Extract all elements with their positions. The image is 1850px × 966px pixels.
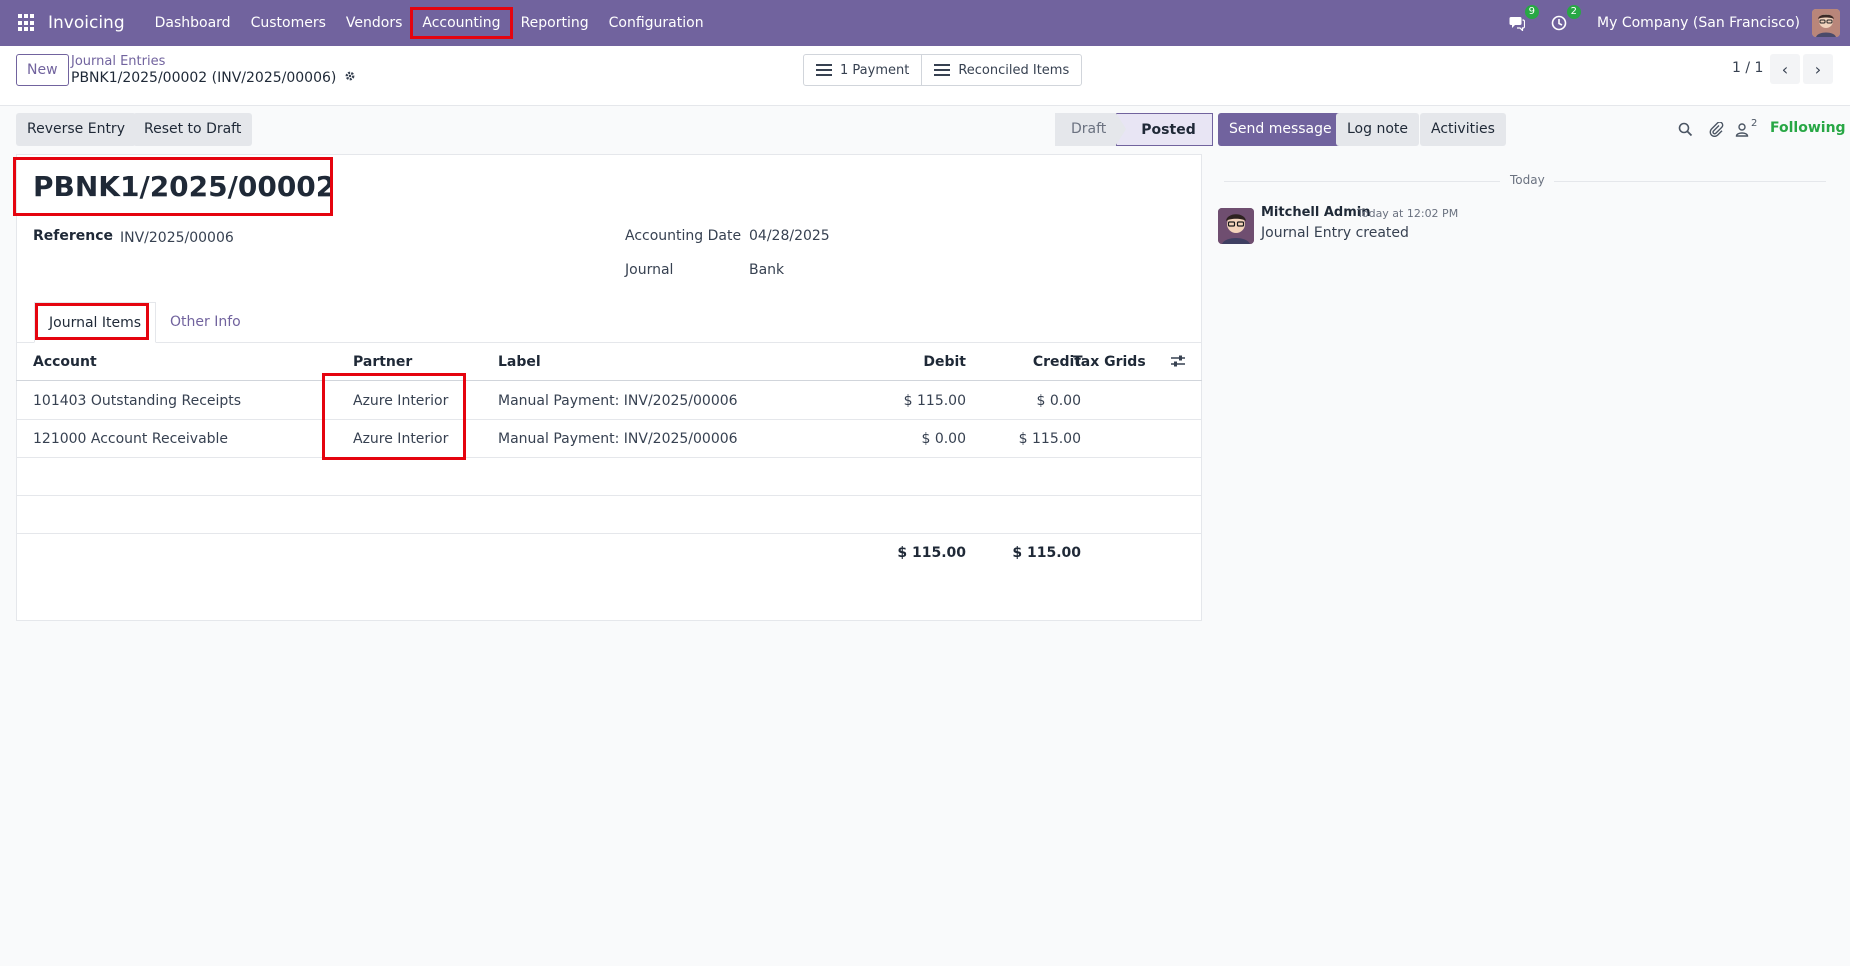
apps-menu-icon[interactable] (18, 14, 36, 32)
reverse-entry-button[interactable]: Reverse Entry (16, 113, 136, 146)
paperclip-icon[interactable] (1707, 120, 1725, 138)
stage-draft[interactable]: Draft (1055, 113, 1117, 146)
row-debit[interactable]: $ 0.00 (866, 420, 966, 458)
list-icon (934, 64, 951, 76)
payment-smart-button-label: 1 Payment (840, 62, 910, 78)
breadcrumb-parent[interactable]: Journal Entries (71, 54, 165, 69)
message-body: Journal Entry created (1261, 225, 1409, 241)
journal-label: Journal (625, 262, 674, 278)
optional-columns-icon[interactable] (1170, 354, 1186, 368)
status-bar: Draft Posted (1055, 113, 1213, 146)
menu-accounting[interactable]: Accounting (410, 7, 513, 39)
table-row[interactable]: 121000 Account Receivable Azure Interior… (16, 420, 1202, 458)
col-credit[interactable]: Credit (981, 343, 1081, 381)
app-name[interactable]: Invoicing (48, 13, 125, 33)
pager-next-icon[interactable]: › (1803, 54, 1833, 84)
highlight-box-journal-items-tab (35, 303, 149, 340)
main-menu: Dashboard Customers Vendors Accounting R… (145, 0, 714, 46)
new-button[interactable]: New (16, 54, 69, 86)
highlight-box-partner (322, 373, 466, 460)
col-debit[interactable]: Debit (866, 343, 966, 381)
reference-field[interactable]: INV/2025/00006 (120, 230, 234, 246)
message-author[interactable]: Mitchell Admin (1261, 205, 1370, 220)
menu-vendors[interactable]: Vendors (336, 9, 412, 37)
top-navbar: Invoicing Dashboard Customers Vendors Ac… (0, 0, 1850, 46)
list-icon (816, 64, 832, 76)
pager-previous-icon[interactable]: ‹ (1770, 54, 1800, 84)
smart-buttons: 1 Payment Reconciled Items (803, 54, 1083, 86)
row-credit[interactable]: $ 0.00 (981, 382, 1081, 420)
stage-posted[interactable]: Posted (1116, 113, 1213, 146)
activities-clock-icon[interactable]: 2 (1549, 5, 1582, 33)
journal-field[interactable]: Bank (749, 262, 784, 278)
highlight-box-title (13, 157, 333, 216)
search-icon[interactable] (1676, 120, 1694, 138)
activities-badge: 2 (1566, 5, 1582, 19)
reference-label: Reference (33, 228, 114, 244)
totals-row: $ 115.00 $ 115.00 (16, 534, 1202, 572)
menu-configuration[interactable]: Configuration (599, 9, 714, 37)
col-account[interactable]: Account (33, 343, 97, 381)
col-tax-grids[interactable]: Tax Grids (1073, 343, 1146, 381)
menu-reporting[interactable]: Reporting (511, 9, 599, 37)
accounting-date-label: Accounting Date (625, 228, 742, 244)
messages-badge: 9 (1524, 5, 1540, 19)
company-switcher[interactable]: My Company (San Francisco) (1597, 15, 1800, 31)
payment-smart-button[interactable]: 1 Payment (804, 55, 921, 85)
col-label[interactable]: Label (498, 343, 541, 381)
empty-row[interactable] (16, 458, 1202, 496)
accounting-date-field[interactable]: 04/28/2025 (749, 228, 830, 244)
message-author-avatar[interactable] (1218, 208, 1254, 244)
gear-icon[interactable] (344, 70, 356, 86)
messages-icon[interactable]: 9 (1507, 5, 1540, 33)
stage-posted-label: Posted (1141, 122, 1196, 138)
row-debit[interactable]: $ 115.00 (866, 382, 966, 420)
tab-other-info[interactable]: Other Info (156, 302, 255, 343)
following-button[interactable]: Following (1770, 120, 1846, 136)
message-timestamp: Today at 12:02 PM (1357, 207, 1459, 220)
total-credit: $ 115.00 (1012, 545, 1081, 561)
breadcrumb-current: PBNK1/2025/00002 (INV/2025/00006) (71, 70, 356, 86)
user-avatar[interactable] (1812, 9, 1840, 37)
followers-count: 2 (1751, 117, 1758, 129)
followers-icon[interactable]: 2 (1735, 117, 1765, 138)
pager-value[interactable]: 1 / 1 (1732, 60, 1763, 76)
reconciled-items-smart-button[interactable]: Reconciled Items (921, 55, 1081, 85)
table-row[interactable]: 101403 Outstanding Receipts Azure Interi… (16, 382, 1202, 420)
reset-to-draft-button[interactable]: Reset to Draft (133, 113, 253, 146)
menu-customers[interactable]: Customers (241, 9, 336, 37)
reconciled-items-label: Reconciled Items (958, 62, 1070, 78)
row-label[interactable]: Manual Payment: INV/2025/00006 (498, 420, 738, 458)
stage-arrow (1116, 113, 1127, 145)
empty-row[interactable] (16, 496, 1202, 534)
log-note-button[interactable]: Log note (1336, 113, 1419, 146)
row-credit[interactable]: $ 115.00 (981, 420, 1081, 458)
row-account[interactable]: 121000 Account Receivable (33, 420, 228, 458)
send-message-button[interactable]: Send message (1218, 113, 1343, 146)
activities-button[interactable]: Activities (1420, 113, 1506, 146)
control-panel: New Journal Entries PBNK1/2025/00002 (IN… (0, 46, 1850, 106)
menu-dashboard[interactable]: Dashboard (145, 9, 241, 37)
row-account[interactable]: 101403 Outstanding Receipts (33, 382, 241, 420)
date-separator: Today (1510, 173, 1545, 187)
table-header: Account Partner Label Debit Credit Tax G… (16, 343, 1202, 381)
row-label[interactable]: Manual Payment: INV/2025/00006 (498, 382, 738, 420)
date-separator-line (1224, 181, 1500, 182)
date-separator-line (1554, 181, 1826, 182)
breadcrumb-current-label: PBNK1/2025/00002 (INV/2025/00006) (71, 70, 337, 86)
total-debit: $ 115.00 (897, 545, 966, 561)
notebook-tabs: Journal Items Other Info (16, 302, 1202, 343)
